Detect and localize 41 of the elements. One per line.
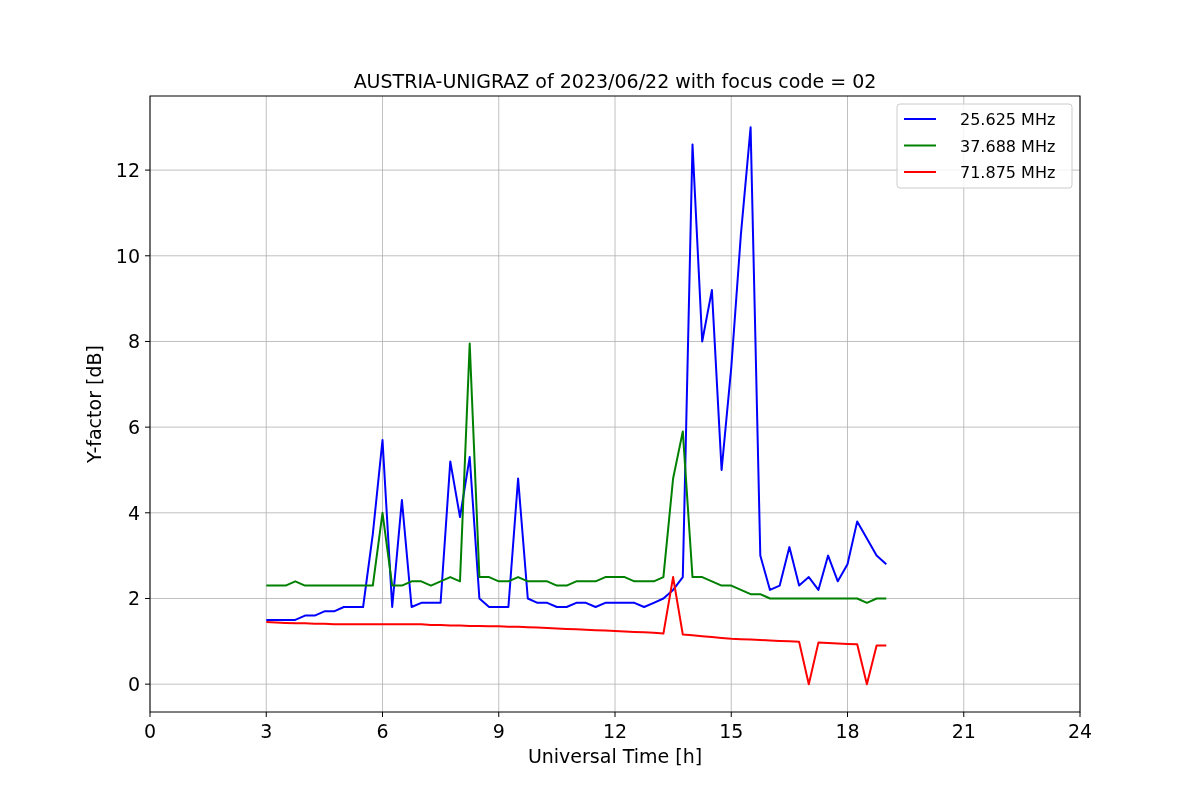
y-tick-label: 12 bbox=[115, 159, 140, 182]
x-tick-label: 0 bbox=[143, 720, 157, 742]
legend-line-icon bbox=[903, 144, 937, 147]
y-tick-label: 8 bbox=[127, 330, 140, 353]
tick-mark bbox=[144, 426, 151, 428]
x-tick-label: 15 bbox=[719, 720, 744, 742]
y-tick-label: 10 bbox=[115, 244, 140, 267]
y-tick-label: 4 bbox=[127, 501, 140, 524]
y-tick-label: 0 bbox=[127, 673, 140, 696]
tick-mark bbox=[265, 711, 267, 718]
tick-mark bbox=[144, 683, 151, 685]
tick-mark bbox=[144, 340, 151, 342]
tick-mark bbox=[149, 711, 151, 718]
tick-mark bbox=[1079, 711, 1081, 718]
chart-title: AUSTRIA-UNIGRAZ of 2023/06/22 with focus code = 02 bbox=[353, 70, 877, 92]
tick-mark bbox=[144, 169, 151, 171]
x-tick-label: 12 bbox=[602, 720, 628, 742]
tick-mark bbox=[498, 711, 500, 718]
tick-mark bbox=[963, 711, 965, 718]
tick-mark bbox=[144, 512, 151, 514]
x-tick-label: 24 bbox=[1067, 720, 1093, 742]
legend-label: 71.875 MHz bbox=[960, 163, 1056, 182]
tick-mark bbox=[614, 711, 616, 718]
x-tick-label: 21 bbox=[951, 720, 976, 742]
y-axis-label: Y-factor [dB] bbox=[83, 345, 105, 463]
tick-mark bbox=[144, 255, 151, 257]
legend-line-icon bbox=[903, 118, 937, 120]
legend-label: 25.625 MHz bbox=[960, 110, 1056, 129]
x-tick-label: 6 bbox=[376, 720, 389, 742]
x-axis-label: Universal Time [h] bbox=[527, 745, 703, 767]
y-tick-label: 6 bbox=[127, 416, 140, 439]
legend-label: 37.688 MHz bbox=[960, 136, 1056, 156]
x-tick-label: 9 bbox=[492, 720, 505, 742]
x-tick-label: 18 bbox=[835, 720, 860, 742]
tick-mark bbox=[382, 711, 383, 718]
y-tick-label: 2 bbox=[127, 587, 140, 610]
tick-mark bbox=[730, 711, 732, 718]
tick-mark bbox=[144, 598, 151, 599]
legend-line-icon bbox=[903, 171, 937, 173]
tick-mark bbox=[847, 711, 848, 718]
x-tick-label: 3 bbox=[260, 720, 273, 742]
